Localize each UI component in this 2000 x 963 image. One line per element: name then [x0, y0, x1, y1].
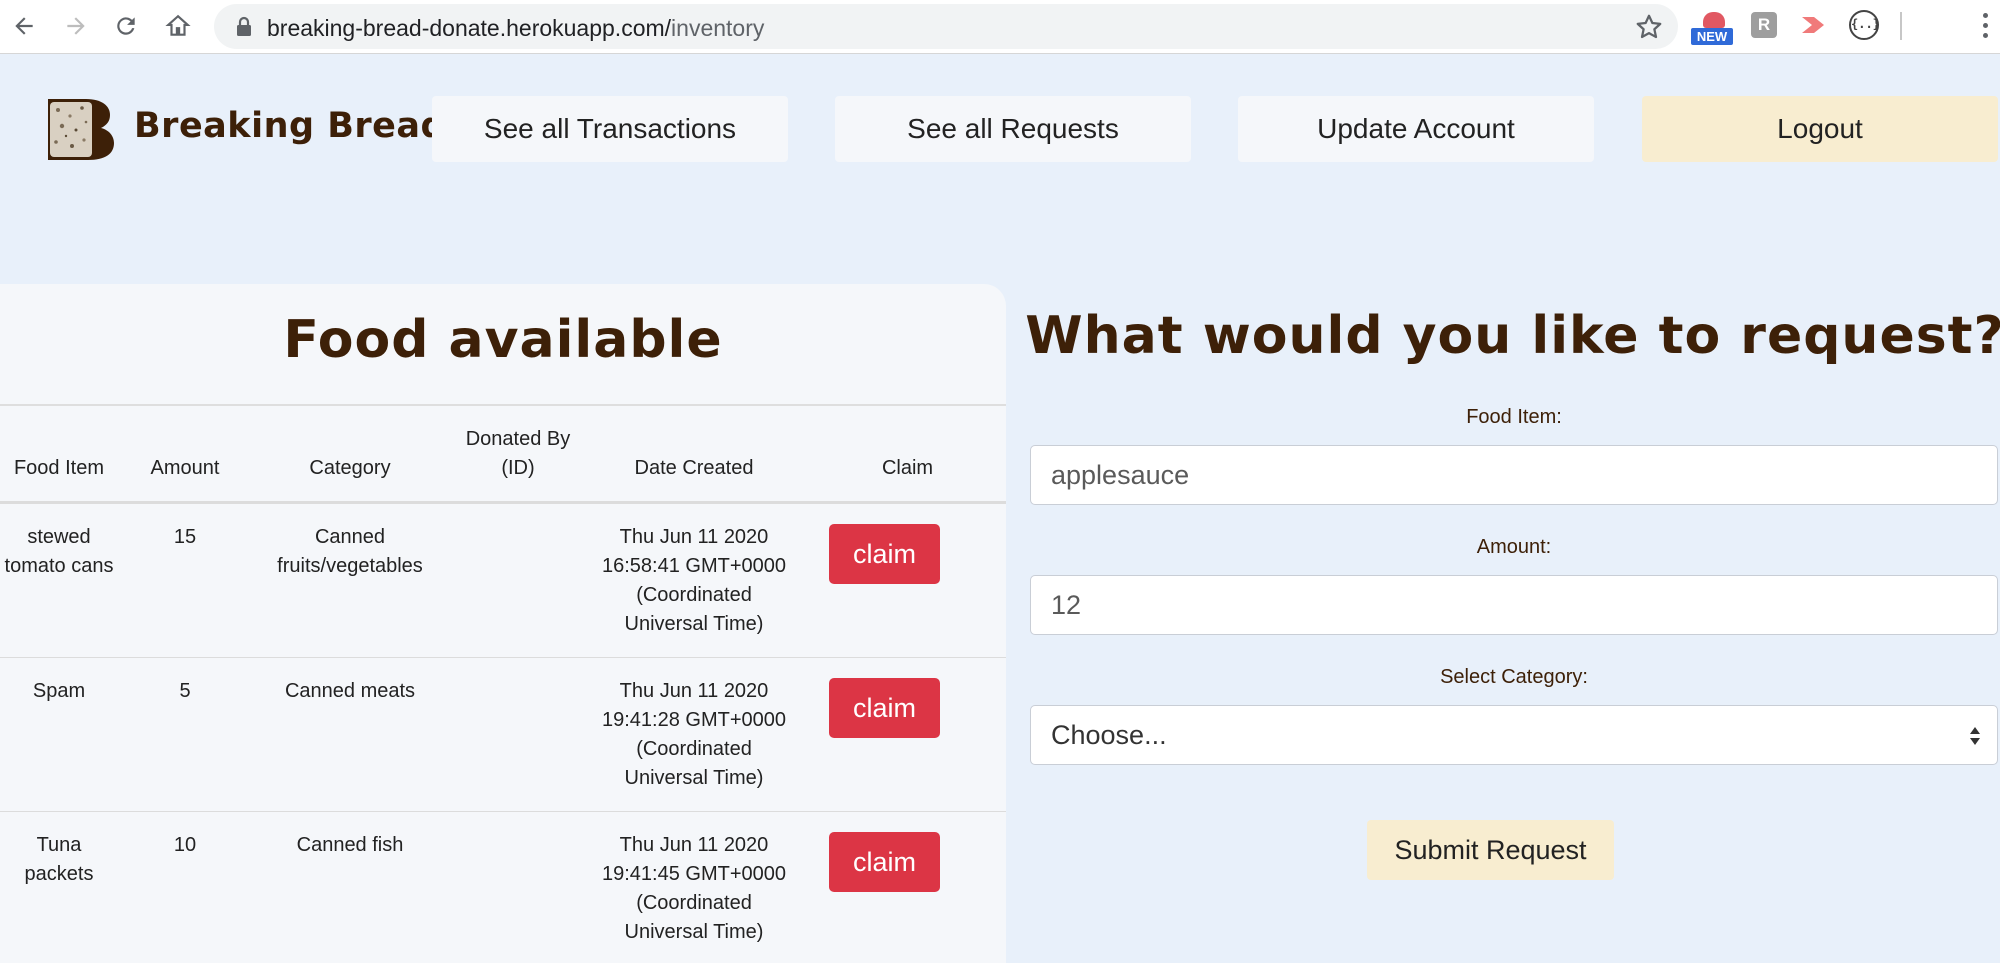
row-1-food-item: stewed tomato cans [4, 526, 114, 577]
amount-input[interactable]: 12 [1030, 575, 1998, 635]
extension-arrow-icon[interactable] [1798, 12, 1830, 38]
food-item-input-value: applesauce [1051, 459, 1190, 490]
breaking-bread-logo[interactable] [44, 96, 120, 162]
address-bar[interactable]: breaking-bread-donate.herokuapp.com/inve… [214, 4, 1678, 49]
extension-new-icon[interactable]: NEW [1691, 10, 1735, 46]
row-3-food-item: Tuna packets [24, 834, 94, 885]
column-header-food-item: Food Item [13, 457, 105, 479]
browser-menu-icon[interactable] [1970, 10, 2000, 42]
browser-toolbar: breaking-bread-donate.herokuapp.com/inve… [0, 0, 2000, 54]
category-select-value: Choose... [1051, 719, 1167, 750]
url-path: inventory [671, 15, 765, 41]
see-all-transactions-button[interactable]: See all Transactions [432, 96, 788, 162]
row-2-category: Canned meats [284, 680, 416, 702]
food-item-label: Food Item: [1466, 406, 1562, 428]
row-1-amount: 15 [173, 526, 197, 548]
url-text: breaking-bread-donate.herokuapp.com/inve… [267, 15, 764, 42]
row-2-claim-button[interactable]: claim [829, 678, 940, 738]
row-3-category: Canned fish [296, 834, 404, 856]
food-available-panel: Food available Food Item Amount Category… [0, 284, 1006, 963]
row-2-amount: 5 [179, 680, 191, 702]
column-header-amount: Amount [150, 457, 220, 479]
amount-label: Amount: [1476, 536, 1552, 558]
table-header-border [0, 501, 1006, 504]
column-header-claim: Claim [881, 457, 934, 479]
see-all-requests-button[interactable]: See all Requests [835, 96, 1191, 162]
row-1-date-created: Thu Jun 11 2020 16:58:41 GMT+0000 (Coord… [601, 526, 786, 635]
forward-icon[interactable] [56, 6, 96, 46]
select-arrows-icon [1970, 727, 1980, 745]
amount-input-value: 12 [1051, 589, 1082, 620]
bookmark-star-icon[interactable] [1634, 12, 1664, 42]
food-available-title: Food available [283, 310, 723, 370]
back-icon[interactable] [4, 6, 44, 46]
row-divider [0, 657, 1006, 658]
url-domain: breaking-bread-donate.herokuapp.com/ [267, 15, 672, 41]
logout-button[interactable]: Logout [1642, 96, 1998, 162]
row-2-food-item: Spam [32, 680, 86, 702]
row-3-amount: 10 [173, 834, 197, 856]
toolbar-separator [1900, 12, 1902, 40]
home-icon[interactable] [158, 6, 198, 46]
update-account-button[interactable]: Update Account [1238, 96, 1594, 162]
extension-r-icon[interactable]: R [1751, 12, 1777, 38]
reload-icon[interactable] [106, 6, 146, 46]
row-2-date-created: Thu Jun 11 2020 19:41:28 GMT+0000 (Coord… [601, 680, 786, 789]
lock-icon [237, 16, 251, 36]
food-item-input[interactable]: applesauce [1030, 445, 1998, 505]
table-top-border [0, 404, 1006, 406]
extension-code-icon[interactable]: {..} [1849, 10, 1880, 40]
row-3-date-created: Thu Jun 11 2020 19:41:45 GMT+0000 (Coord… [601, 834, 786, 943]
brand-name[interactable]: Breaking Bread [134, 106, 446, 146]
category-label: Select Category: [1440, 666, 1588, 688]
column-header-date-created: Date Created [634, 457, 754, 479]
submit-request-button[interactable]: Submit Request [1367, 820, 1614, 880]
row-1-category: Canned fruits/vegetables [277, 526, 423, 577]
extension-new-badge: NEW [1691, 28, 1733, 45]
row-divider [0, 811, 1006, 812]
category-select[interactable]: Choose... [1030, 705, 1998, 765]
row-1-claim-button[interactable]: claim [829, 524, 940, 584]
row-3-claim-button[interactable]: claim [829, 832, 940, 892]
column-header-category: Category [309, 457, 391, 479]
column-header-donated-by: Donated By (ID) [465, 428, 571, 479]
request-form-title: What would you like to request? [1025, 306, 2000, 366]
